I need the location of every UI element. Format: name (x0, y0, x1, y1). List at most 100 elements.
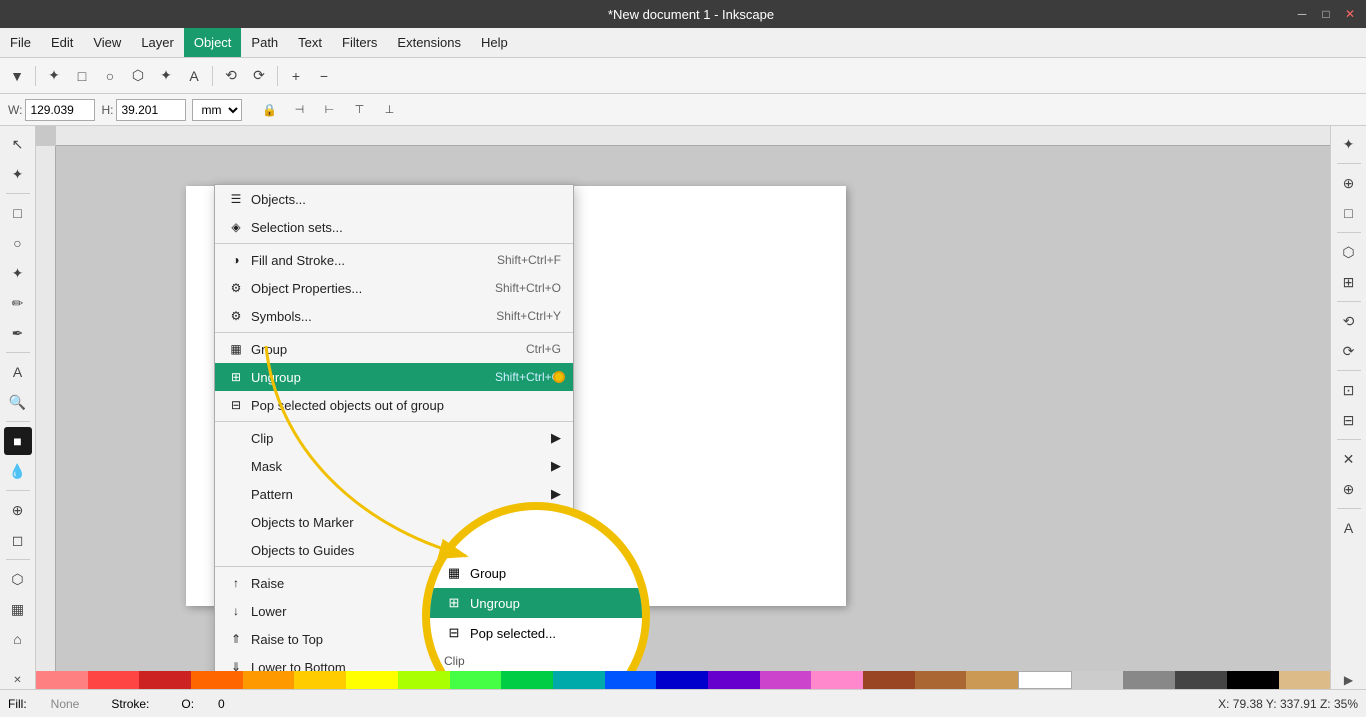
menu-group[interactable]: ▦Group Ctrl+G (215, 335, 573, 363)
swatch-orange[interactable] (191, 671, 243, 689)
menu-filters[interactable]: Filters (332, 28, 387, 57)
menu-edit[interactable]: Edit (41, 28, 83, 57)
menu-view[interactable]: View (83, 28, 131, 57)
circle-tool[interactable]: ○ (4, 229, 32, 257)
menu-selection-sets[interactable]: ◈Selection sets... (215, 213, 573, 241)
swatch-green[interactable] (450, 671, 502, 689)
tool-text[interactable]: A (181, 63, 207, 89)
pencil-tool[interactable]: ✏ (4, 289, 32, 317)
swatch-red[interactable] (88, 671, 140, 689)
menu-fill-stroke[interactable]: ◑Fill and Stroke... Shift+Ctrl+F (215, 246, 573, 274)
swatch-yellow[interactable] (294, 671, 346, 689)
swatch-gold[interactable] (1279, 671, 1331, 689)
zoom-tool[interactable]: 🔍 (4, 388, 32, 416)
rt-paste[interactable]: ⊟ (1335, 406, 1363, 434)
star-tool[interactable]: ✦ (4, 259, 32, 287)
swatch-yellow-orange[interactable] (243, 671, 295, 689)
tool-star[interactable]: ✦ (153, 63, 179, 89)
unit-select[interactable]: mmpxpt (192, 99, 242, 121)
redo-button[interactable]: ⟳ (246, 63, 272, 89)
swatch-white[interactable] (1018, 671, 1072, 689)
scroll-right-swatches[interactable]: ▶ (1330, 671, 1366, 689)
align-left-button[interactable]: ⊣ (286, 97, 312, 123)
swatch-dark-blue[interactable] (656, 671, 708, 689)
text-tool[interactable]: A (4, 358, 32, 386)
swatch-black[interactable] (1227, 671, 1279, 689)
zoom-in-button[interactable]: + (283, 63, 309, 89)
menu-text[interactable]: Text (288, 28, 332, 57)
menu-path[interactable]: Path (241, 28, 288, 57)
swatch-brown[interactable] (863, 671, 915, 689)
swatch-tan[interactable] (915, 671, 967, 689)
gradient-tool[interactable]: ▦ (4, 595, 32, 623)
rt-delete[interactable]: ✕ (1335, 445, 1363, 473)
node-tool[interactable]: ✦ (4, 160, 32, 188)
swatch-bright-yellow[interactable] (346, 671, 398, 689)
swatch-light-pink[interactable] (811, 671, 863, 689)
undo-button[interactable]: ⟲ (218, 63, 244, 89)
swatch-dark-gray[interactable] (1175, 671, 1227, 689)
align-right-button[interactable]: ⊢ (316, 97, 342, 123)
menu-object-properties[interactable]: ⚙Object Properties... Shift+Ctrl+O (215, 274, 573, 302)
swatch-red-light[interactable] (36, 671, 88, 689)
close-button[interactable]: ✕ (1342, 6, 1358, 22)
rt-text[interactable]: A (1335, 514, 1363, 542)
tool-selector[interactable]: ▼ (4, 63, 30, 89)
snap-nodes[interactable]: ⊕ (1335, 169, 1363, 197)
snap-bbox[interactable]: □ (1335, 199, 1363, 227)
menu-symbols[interactable]: ⚙Symbols... Shift+Ctrl+Y (215, 302, 573, 330)
lock-proportions-button[interactable]: 🔒 (256, 97, 282, 123)
menu-pattern[interactable]: Pattern ▶ (215, 480, 573, 508)
minimize-button[interactable]: ─ (1294, 6, 1310, 22)
menu-mask[interactable]: Mask ▶ (215, 452, 573, 480)
snap-button[interactable]: ✦ (1335, 130, 1363, 158)
menu-clip[interactable]: Clip ▶ (215, 424, 573, 452)
zoom-out-button[interactable]: − (311, 63, 337, 89)
swatch-purple[interactable] (708, 671, 760, 689)
tool-node[interactable]: ✦ (41, 63, 67, 89)
rt-btn3[interactable]: ⬡ (1335, 238, 1363, 266)
color-none[interactable]: ✕ (0, 671, 36, 689)
align-bottom-button[interactable]: ⊥ (376, 97, 402, 123)
swatch-dark-red[interactable] (139, 671, 191, 689)
tool-3d[interactable]: ⬡ (125, 63, 151, 89)
menu-ungroup[interactable]: ⊞Ungroup Shift+Ctrl+G (215, 363, 573, 391)
menu-file[interactable]: File (0, 28, 41, 57)
menu-objects[interactable]: ☰Objects... (215, 185, 573, 213)
w-input[interactable] (25, 99, 95, 121)
swatch-light-gray[interactable] (1072, 671, 1124, 689)
swatch-camel[interactable] (966, 671, 1018, 689)
rect-tool[interactable]: □ (4, 199, 32, 227)
maximize-button[interactable]: □ (1318, 6, 1334, 22)
eye-dropper-tool[interactable]: 💧 (4, 457, 32, 485)
menu-object[interactable]: Object (184, 28, 242, 57)
rt-undo[interactable]: ⟲ (1335, 307, 1363, 335)
menu-layer[interactable]: Layer (131, 28, 184, 57)
swatch-blue[interactable] (605, 671, 657, 689)
swatch-gray[interactable] (1123, 671, 1175, 689)
select-tool[interactable]: ↖ (4, 130, 32, 158)
spray-tool[interactable]: ⊕ (4, 496, 32, 524)
swatch-yellow-green[interactable] (398, 671, 450, 689)
pen-tool[interactable]: ✒ (4, 319, 32, 347)
menu-help[interactable]: Help (471, 28, 518, 57)
canvas-area[interactable]: Lifewire ☰Objects... ◈Selection sets... … (36, 126, 1330, 671)
zoom-group-icon: ▦ (444, 563, 464, 583)
swatch-dark-green[interactable] (501, 671, 553, 689)
tool-circle[interactable]: ○ (97, 63, 123, 89)
rt-btn4[interactable]: ⊞ (1335, 268, 1363, 296)
align-top-button[interactable]: ⊤ (346, 97, 372, 123)
rt-resize[interactable]: ⊕ (1335, 475, 1363, 503)
fill-tool[interactable]: ■ (4, 427, 32, 455)
connector-tool[interactable]: ⌂ (4, 625, 32, 653)
eraser-tool[interactable]: ◻ (4, 526, 32, 554)
menu-pop-selected[interactable]: ⊟Pop selected objects out of group (215, 391, 573, 419)
rt-copy[interactable]: ⊡ (1335, 376, 1363, 404)
swatch-teal[interactable] (553, 671, 605, 689)
tool-rect[interactable]: □ (69, 63, 95, 89)
3d-box-tool[interactable]: ⬡ (4, 565, 32, 593)
menu-extensions[interactable]: Extensions (387, 28, 471, 57)
rt-redo[interactable]: ⟳ (1335, 337, 1363, 365)
swatch-pink[interactable] (760, 671, 812, 689)
h-input[interactable] (116, 99, 186, 121)
